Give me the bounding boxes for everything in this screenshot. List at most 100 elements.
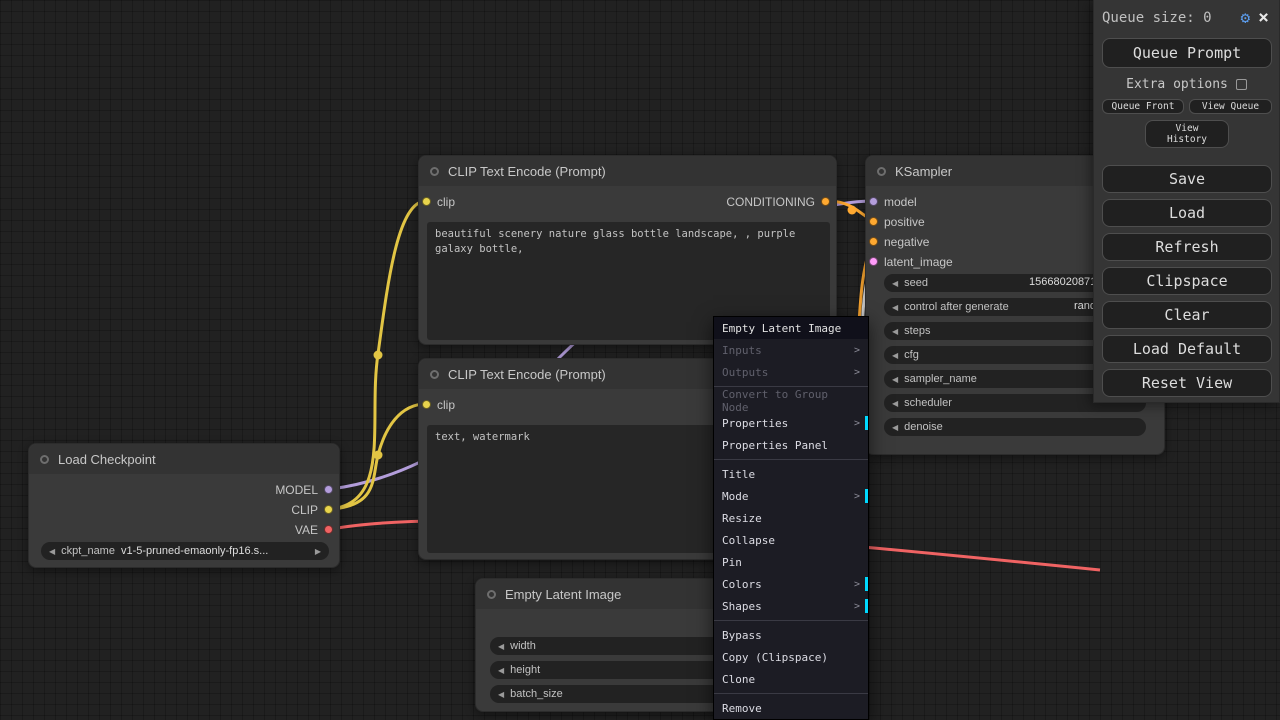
output-slot-vae[interactable] [324,525,333,534]
wire-clip-to-negative [331,404,426,509]
widget-label: sampler_name [904,373,977,385]
queue-prompt-button[interactable]: Queue Prompt [1102,38,1272,68]
output-slot-clip[interactable] [324,505,333,514]
decrement-arrow-icon[interactable]: ◀ [892,423,898,432]
menu-separator [714,459,868,460]
submenu-arrow-icon: > [854,345,860,356]
input-slot-model[interactable] [869,197,878,206]
context-menu-item-pin[interactable]: Pin [714,551,868,573]
node-title: CLIP Text Encode (Prompt) [448,367,606,382]
ckpt-name-combo[interactable]: ◀ ckpt_name v1-5-pruned-emaonly-fp16.s..… [41,542,329,560]
context-menu-item-colors[interactable]: Colors > [714,573,868,595]
view-queue-button[interactable]: View Queue [1189,99,1272,114]
link-dot[interactable] [848,206,857,215]
collapse-dot-icon[interactable] [430,370,439,379]
input-slot-latent-image[interactable] [869,257,878,266]
submenu-arrow-icon: > [854,418,860,429]
context-menu-item-mode[interactable]: Mode > [714,485,868,507]
slot-label: CONDITIONING [726,195,815,209]
collapse-dot-icon[interactable] [877,167,886,176]
settings-gear-icon[interactable]: ⚙ [1241,8,1251,27]
widget-value: 15668020871 [1029,276,1096,288]
menu-item-label: Properties Panel [722,439,828,452]
node-title-bar[interactable]: Load Checkpoint [29,444,339,474]
link-dot[interactable] [374,351,383,360]
link-dot[interactable] [374,451,383,460]
widget-label: scheduler [904,397,952,409]
menu-item-label: Convert to Group Node [722,388,860,414]
context-menu-item-copy-clipspace[interactable]: Copy (Clipspace) [714,646,868,668]
menu-item-label: Mode [722,490,749,503]
input-slot-positive[interactable] [869,217,878,226]
submenu-arrow-icon: > [854,491,860,502]
context-menu-item-title[interactable]: Title [714,463,868,485]
input-slot-negative[interactable] [869,237,878,246]
decrement-arrow-icon[interactable]: ◀ [892,279,898,288]
output-slot-row: CONDITIONING [419,194,836,210]
menu-item-label: Pin [722,556,742,569]
reset-view-button[interactable]: Reset View [1102,369,1272,397]
node-title-bar[interactable]: CLIP Text Encode (Prompt) [419,156,836,186]
refresh-button[interactable]: Refresh [1102,233,1272,261]
decrement-arrow-icon[interactable]: ◀ [498,690,504,699]
output-slot-model[interactable] [324,485,333,494]
menu-item-label: Colors [722,578,762,591]
extra-options-label: Extra options [1126,77,1228,92]
menu-item-label: Copy (Clipspace) [722,651,828,664]
decrement-arrow-icon[interactable]: ◀ [892,351,898,360]
slot-label: model [884,195,917,209]
slot-label: clip [437,398,455,412]
context-menu-item-bypass[interactable]: Bypass [714,624,868,646]
context-menu-item-resize[interactable]: Resize [714,507,868,529]
menu-item-label: Properties [722,417,788,430]
clipspace-button[interactable]: Clipspace [1102,267,1272,295]
collapse-dot-icon[interactable] [487,590,496,599]
collapse-dot-icon[interactable] [40,455,49,464]
menu-item-label: Title [722,468,755,481]
denoise-widget[interactable]: ◀ denoise [884,418,1146,436]
input-slot-clip[interactable] [422,400,431,409]
context-menu-item-properties[interactable]: Properties > [714,412,868,434]
widget-label: batch_size [510,688,563,700]
close-menu-icon[interactable]: × [1258,9,1269,27]
decrement-arrow-icon[interactable]: ◀ [892,327,898,336]
collapse-dot-icon[interactable] [430,167,439,176]
context-menu-item-collapse[interactable]: Collapse [714,529,868,551]
output-slot-row: CLIP [29,502,339,518]
menu-item-label: Shapes [722,600,762,613]
context-menu-item-outputs[interactable]: Outputs > [714,361,868,383]
context-menu-item-properties-panel[interactable]: Properties Panel [714,434,868,456]
slot-label: positive [884,215,925,229]
decrement-arrow-icon[interactable]: ◀ [892,375,898,384]
slot-label: negative [884,235,929,249]
submenu-arrow-icon: > [854,367,860,378]
load-default-button[interactable]: Load Default [1102,335,1272,363]
save-button[interactable]: Save [1102,165,1272,193]
decrement-arrow-icon[interactable]: ◀ [498,642,504,651]
widget-label: cfg [904,349,919,361]
load-button[interactable]: Load [1102,199,1272,227]
decrement-arrow-icon[interactable]: ◀ [892,303,898,312]
context-menu-item-clone[interactable]: Clone [714,668,868,690]
node-title: Load Checkpoint [58,452,156,467]
extra-options-checkbox[interactable] [1236,79,1247,90]
widget-label: width [510,640,536,652]
output-slot-conditioning[interactable] [821,197,830,206]
widget-label: steps [904,325,930,337]
node-graph-canvas[interactable]: Load Checkpoint MODEL CLIP VAE ◀ ckpt_na… [0,0,1280,720]
decrement-arrow-icon[interactable]: ◀ [49,547,55,556]
menu-item-label: Remove [722,702,762,715]
context-menu-item-convert-to-group-node[interactable]: Convert to Group Node [714,390,868,412]
clear-button[interactable]: Clear [1102,301,1272,329]
widget-label: denoise [904,421,943,433]
context-menu-item-remove[interactable]: Remove [714,697,868,719]
widget-label: height [510,664,540,676]
increment-arrow-icon[interactable]: ▶ [315,547,321,556]
queue-front-button[interactable]: Queue Front [1102,99,1184,114]
decrement-arrow-icon[interactable]: ◀ [498,666,504,675]
node-load-checkpoint[interactable]: Load Checkpoint MODEL CLIP VAE ◀ ckpt_na… [28,443,340,568]
context-menu-item-shapes[interactable]: Shapes > [714,595,868,617]
context-menu-item-inputs[interactable]: Inputs > [714,339,868,361]
view-history-button[interactable]: View History [1145,120,1229,148]
decrement-arrow-icon[interactable]: ◀ [892,399,898,408]
